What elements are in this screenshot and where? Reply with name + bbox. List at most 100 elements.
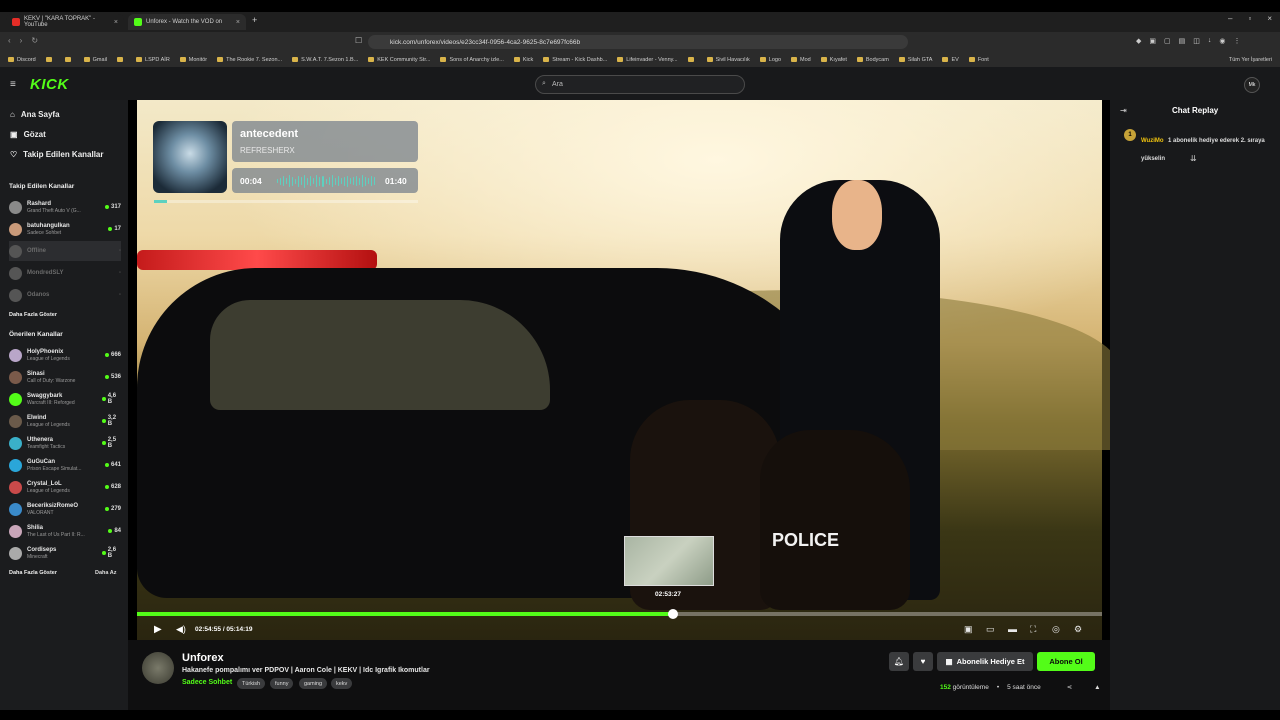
browser-tab-youtube[interactable]: KEKV | "KARA TOPRAK" - YouTube ×: [6, 14, 124, 30]
extension-icon[interactable]: ▤: [1179, 37, 1186, 45]
extension-icon[interactable]: ◆: [1136, 37, 1141, 45]
new-tab-button[interactable]: +: [252, 15, 257, 25]
bookmark-item[interactable]: Gmail: [83, 57, 107, 63]
channel-item[interactable]: Cordiseps Minecraft 2,6 B: [9, 543, 121, 563]
hamburger-menu-icon[interactable]: ≡: [10, 79, 16, 90]
subscribe-button[interactable]: Abone Ol: [1037, 652, 1095, 671]
stream-category[interactable]: Sadece Sohbet: [182, 679, 232, 686]
forward-icon[interactable]: ›: [20, 36, 23, 45]
channel-item[interactable]: Rashard Grand Theft Auto V (G... 317: [9, 197, 121, 217]
gift-subscription-button[interactable]: ▦ Abonelik Hediye Et: [937, 652, 1033, 671]
show-more-recommended-link[interactable]: Daha Fazla Göster: [9, 570, 57, 576]
report-icon[interactable]: ▲: [1094, 684, 1100, 691]
stream-tag[interactable]: gaming: [299, 678, 328, 689]
channel-name: Sinasi: [27, 370, 45, 377]
seek-bar-handle[interactable]: [667, 609, 678, 619]
bookmark-item[interactable]: Lifeinvader - Venny...: [617, 57, 678, 63]
bookmark-item[interactable]: S.W.A.T. 7.Sezon 1.B...: [292, 57, 358, 63]
bookmark-item[interactable]: [45, 57, 55, 62]
bookmark-item[interactable]: Kick: [513, 57, 533, 63]
profile-icon[interactable]: ◉: [1219, 37, 1225, 45]
channel-item[interactable]: GuGuCan Prison Escape Simulat... 641: [9, 455, 121, 475]
browser-tab-kick[interactable]: Unforex - Watch the VOD on ×: [128, 14, 246, 30]
show-more-followed-link[interactable]: Daha Fazla Göster: [9, 312, 57, 318]
bookmark-item[interactable]: [687, 57, 697, 62]
minimize-window-button[interactable]: –: [1228, 14, 1232, 23]
clip-icon[interactable]: ◎: [1052, 624, 1060, 635]
close-tab-icon[interactable]: ×: [114, 19, 118, 26]
stream-tag[interactable]: kekv: [331, 678, 353, 689]
bookmark-item[interactable]: Font: [968, 57, 989, 63]
picture-in-picture-icon[interactable]: ▣: [964, 624, 973, 635]
all-bookmarks-folder[interactable]: Tüm Yer İşaretleri: [1229, 57, 1272, 63]
kick-logo[interactable]: KICK: [30, 76, 69, 93]
sidebar-nav-item[interactable]: ▣ Gözat: [10, 130, 46, 139]
sidebar-nav-item[interactable]: ♡ Takip Edilen Kanallar: [10, 150, 104, 159]
close-window-button[interactable]: ×: [1267, 14, 1272, 23]
bookmark-item[interactable]: Discord: [8, 57, 36, 63]
bookmark-item[interactable]: Monitör: [179, 57, 207, 63]
sidebar-icon[interactable]: ◫: [1193, 37, 1200, 45]
bookmark-item[interactable]: KEK Community Str...: [368, 57, 430, 63]
notification-bell-icon[interactable]: 🔔︎: [889, 652, 909, 671]
bookmark-label: EV: [951, 56, 959, 63]
chat-username[interactable]: WuziMo: [1141, 138, 1164, 144]
channel-item[interactable]: MondredSLY ▫: [9, 263, 121, 283]
bookmark-item[interactable]: EV: [942, 56, 959, 63]
bookmark-item[interactable]: Bodycam: [856, 57, 889, 63]
scroll-down-icon[interactable]: ⇊: [1190, 154, 1197, 163]
play-button[interactable]: ▶: [154, 624, 162, 635]
bookmark-item[interactable]: LSPD AİR: [136, 57, 170, 63]
bookmark-item[interactable]: Sivil Havacılık: [706, 57, 750, 63]
menu-icon[interactable]: ⋮: [1234, 37, 1241, 45]
collapse-chat-icon[interactable]: ⇥: [1120, 106, 1127, 115]
stream-tag[interactable]: funny: [270, 678, 294, 689]
channel-item[interactable]: HolyPhoenix League of Legends 666: [9, 345, 121, 365]
user-avatar[interactable]: Mk: [1244, 77, 1260, 93]
channel-item[interactable]: Sinasi Call of Duty: Warzone 536: [9, 367, 121, 387]
channel-item[interactable]: batuhangulkan Sadece Sohbet 17: [9, 219, 121, 239]
bookmark-item[interactable]: Kıyafet: [820, 57, 847, 63]
bookmark-item[interactable]: Logo: [759, 57, 781, 63]
address-bar[interactable]: kick.com/unforex/videos/e23cc34f-0956-4c…: [368, 35, 908, 49]
waveform-bar: [301, 177, 303, 185]
back-icon[interactable]: ‹: [8, 36, 11, 45]
bookmark-item[interactable]: Mod: [791, 57, 811, 63]
show-less-link[interactable]: Daha Az: [95, 570, 117, 576]
volume-icon[interactable]: ◀): [176, 624, 186, 635]
channel-item[interactable]: Uthenera Teamfight Tactics 2,5 B: [9, 433, 121, 453]
channel-item[interactable]: Shilia The Last of Us Part II: R... 84: [9, 521, 121, 541]
follow-heart-icon[interactable]: ♥: [913, 652, 933, 671]
channel-item[interactable]: BeceriksizRomeO VALORANT 279: [9, 499, 121, 519]
minimize-icon[interactable]: ▬: [1008, 624, 1017, 634]
settings-icon[interactable]: ⚙: [1074, 624, 1082, 635]
channel-item[interactable]: Swaggybark Warcraft III: Reforged 4,6 B: [9, 389, 121, 409]
streamer-name[interactable]: Unforex: [182, 652, 224, 664]
channel-item[interactable]: Crystal_LoL League of Legends 628: [9, 477, 121, 497]
extension-icon[interactable]: ▢: [1164, 37, 1171, 45]
download-icon[interactable]: ↓: [1208, 37, 1212, 45]
channel-item[interactable]: Elwind League of Legends 3,2 B: [9, 411, 121, 431]
viewer-count: ▫: [118, 292, 121, 298]
share-icon[interactable]: ⋖: [1067, 683, 1072, 691]
channel-item[interactable]: Offline ▫: [9, 241, 121, 261]
bookmark-star-icon[interactable]: ☐: [355, 36, 362, 45]
channel-item[interactable]: Odanos ▫: [9, 285, 121, 305]
stream-tag[interactable]: Türkish: [237, 678, 266, 689]
reload-icon[interactable]: ↻: [31, 36, 38, 45]
maximize-window-button[interactable]: ▫: [1248, 14, 1251, 23]
theater-icon[interactable]: ▭: [986, 624, 995, 635]
bookmark-item[interactable]: The Rookie 7. Sezon...: [217, 57, 282, 63]
bookmark-item[interactable]: [64, 57, 74, 62]
bookmark-item[interactable]: Silah GTA: [898, 57, 932, 63]
bookmark-item[interactable]: [117, 57, 126, 62]
sidebar-nav-item[interactable]: ⌂ Ana Sayfa: [10, 110, 60, 119]
bookmark-item[interactable]: Stream - Kick Dashb...: [543, 57, 607, 63]
search-input[interactable]: ⌕ Ara: [535, 75, 745, 94]
fullscreen-icon[interactable]: ⛶: [1030, 624, 1036, 635]
channel-avatar: [9, 370, 22, 384]
close-tab-icon[interactable]: ×: [236, 19, 240, 26]
extension-icon[interactable]: ▣: [1149, 37, 1156, 45]
bookmark-item[interactable]: Sons of Anarchy izle...: [440, 57, 504, 63]
streamer-avatar[interactable]: [142, 652, 174, 684]
